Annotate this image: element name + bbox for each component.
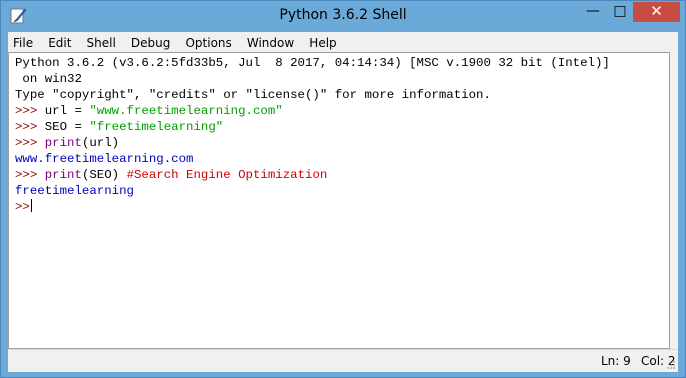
menu-help[interactable]: Help — [304, 33, 341, 53]
output-line: freetimelearning — [15, 184, 134, 198]
prompt: >>> — [15, 120, 45, 134]
prompt: >>> — [15, 168, 45, 182]
string-literal: "www.freetimelearning.com" — [89, 104, 283, 118]
banner-line: Type "copyright", "credits" or "license(… — [15, 88, 491, 102]
prompt: >>> — [15, 136, 45, 150]
builtin-name: print — [44, 168, 82, 182]
active-prompt: >> — [15, 200, 30, 214]
menu-options[interactable]: Options — [180, 33, 236, 53]
comment-text: #Search Engine Optimization — [126, 168, 328, 182]
code-text: (url) — [81, 136, 120, 150]
title-bar[interactable]: Python 3.6.2 Shell — □ ✕ — [1, 1, 685, 31]
code-text: SEO = — [44, 120, 90, 134]
menu-debug[interactable]: Debug — [126, 33, 175, 53]
menu-edit[interactable]: Edit — [43, 33, 76, 53]
line-indicator: Ln: 9 — [601, 354, 631, 368]
banner-line: Python 3.6.2 (v3.6.2:5fd33b5, Jul 8 2017… — [15, 56, 610, 70]
shell-text-area[interactable]: Python 3.6.2 (v3.6.2:5fd33b5, Jul 8 2017… — [8, 52, 670, 349]
menu-bar: File Edit Shell Debug Options Window Hel… — [8, 32, 678, 52]
code-text: url = — [44, 104, 90, 118]
menu-window[interactable]: Window — [242, 33, 299, 53]
resize-grip-icon[interactable] — [666, 360, 676, 370]
minimize-button[interactable]: — — [579, 2, 607, 22]
prompt: >>> — [15, 104, 45, 118]
string-literal: "freetimelearning" — [89, 120, 224, 134]
maximize-button[interactable]: □ — [607, 2, 633, 22]
idle-shell-window: Python 3.6.2 Shell — □ ✕ File Edit Shell… — [0, 0, 686, 378]
vertical-scrollbar[interactable] — [670, 52, 678, 349]
code-text: (SEO) — [81, 168, 127, 182]
menu-shell[interactable]: Shell — [82, 33, 121, 53]
builtin-name: print — [44, 136, 82, 150]
banner-line: on win32 — [15, 72, 82, 86]
output-line: www.freetimelearning.com — [15, 152, 194, 166]
text-cursor — [30, 199, 32, 212]
menu-file[interactable]: File — [8, 33, 38, 53]
close-button[interactable]: ✕ — [633, 2, 680, 22]
status-bar: Ln: 9 Col: 2 — [8, 349, 678, 372]
shell-output: Python 3.6.2 (v3.6.2:5fd33b5, Jul 8 2017… — [15, 55, 610, 215]
